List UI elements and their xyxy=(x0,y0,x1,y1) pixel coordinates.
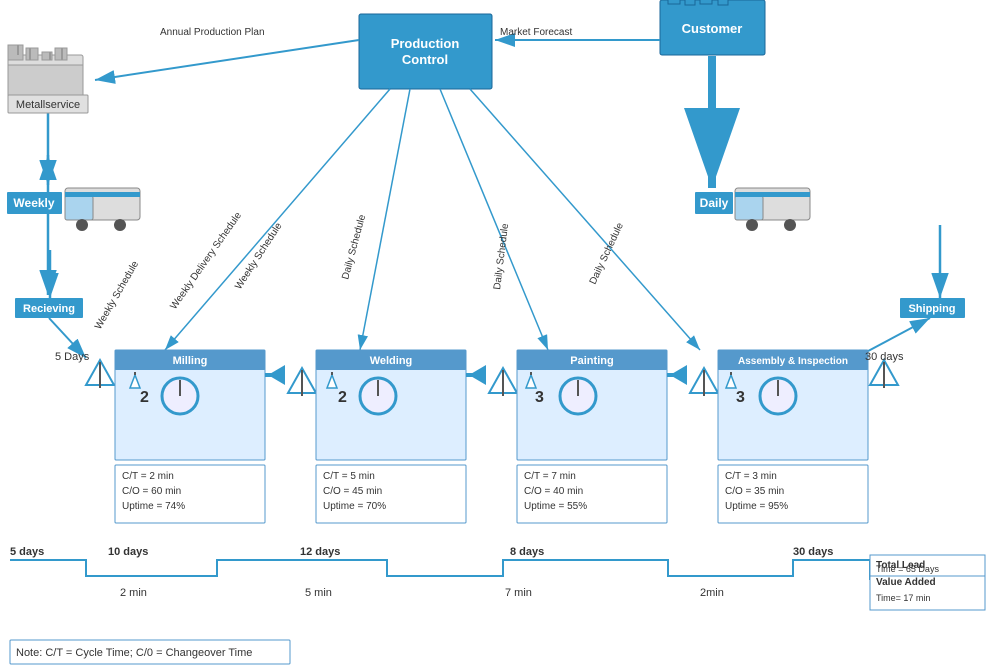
svg-text:Market Forecast: Market Forecast xyxy=(500,27,572,38)
svg-text:Time = 65 Days: Time = 65 Days xyxy=(876,565,939,575)
svg-text:C/T = 2 min: C/T = 2 min xyxy=(122,471,174,482)
svg-text:Painting: Painting xyxy=(570,355,613,367)
svg-text:Note: C/T = Cycle Time; C/0 =: Note: C/T = Cycle Time; C/0 = Changeover… xyxy=(16,647,252,659)
svg-text:Uptime = 95%: Uptime = 95% xyxy=(725,501,788,512)
svg-text:Time= 17 min: Time= 17 min xyxy=(876,593,930,603)
svg-text:Total Lead: Total Lead xyxy=(876,560,925,571)
diagram: Customer Production Control Annual Produ… xyxy=(0,0,995,670)
svg-text:Weekly Schedule: Weekly Schedule xyxy=(93,259,141,332)
svg-text:Production: Production xyxy=(391,36,460,51)
svg-text:12 days: 12 days xyxy=(300,546,340,558)
svg-text:Shipping: Shipping xyxy=(908,303,955,315)
arrows-svg: Customer Production Control Annual Produ… xyxy=(0,0,995,670)
svg-text:C/O = 60 min: C/O = 60 min xyxy=(122,486,181,497)
svg-text:Customer: Customer xyxy=(682,21,743,36)
svg-text:Daily Schedule: Daily Schedule xyxy=(492,222,511,290)
svg-text:C/O = 35 min: C/O = 35 min xyxy=(725,486,784,497)
svg-text:10 days: 10 days xyxy=(108,546,148,558)
svg-text:Total Lead: Total Lead xyxy=(876,561,922,572)
svg-text:Value Added: Value Added xyxy=(876,583,932,594)
svg-text:2 min: 2 min xyxy=(120,587,147,599)
svg-text:Daily Schedule: Daily Schedule xyxy=(588,221,626,287)
svg-text:Milling: Milling xyxy=(173,355,208,367)
svg-text:Annual Production Plan: Annual Production Plan xyxy=(160,27,265,38)
svg-text:5 Days: 5 Days xyxy=(55,351,90,363)
svg-text:Uptime = 55%: Uptime = 55% xyxy=(524,501,587,512)
svg-text:8 days: 8 days xyxy=(510,546,544,558)
svg-text:Recieving: Recieving xyxy=(23,303,75,315)
svg-text:30 days: 30 days xyxy=(793,546,833,558)
svg-text:Daily Schedule: Daily Schedule xyxy=(340,213,368,281)
svg-text:Welding: Welding xyxy=(370,355,413,367)
svg-text:Weekly Schedule: Weekly Schedule xyxy=(233,221,284,292)
svg-text:7 min: 7 min xyxy=(505,587,532,599)
svg-text:Metallservice: Metallservice xyxy=(16,99,80,111)
svg-text:Weekly: Weekly xyxy=(13,196,54,210)
svg-text:C/O = 40 min: C/O = 40 min xyxy=(524,486,583,497)
svg-text:C/T = 5 min: C/T = 5 min xyxy=(323,471,375,482)
svg-text:Weekly Delivery Schedule: Weekly Delivery Schedule xyxy=(168,210,244,312)
svg-text:C/T = 3 min: C/T = 3 min xyxy=(725,471,777,482)
svg-text:2: 2 xyxy=(338,389,347,406)
svg-text:2: 2 xyxy=(140,389,149,406)
svg-text:Value Added: Value Added xyxy=(876,577,936,588)
svg-text:5 days: 5 days xyxy=(10,546,44,558)
svg-text:3: 3 xyxy=(736,389,745,406)
svg-text:Time= 17 min: Time= 17 min xyxy=(876,593,930,603)
svg-text:30 days: 30 days xyxy=(865,351,904,363)
svg-text:2min: 2min xyxy=(700,587,724,599)
svg-text:Uptime = 74%: Uptime = 74% xyxy=(122,501,185,512)
svg-text:C/O = 45 min: C/O = 45 min xyxy=(323,486,382,497)
svg-text:C/T = 7 min: C/T = 7 min xyxy=(524,471,576,482)
svg-text:Uptime = 70%: Uptime = 70% xyxy=(323,501,386,512)
svg-text:Daily: Daily xyxy=(700,196,729,210)
svg-text:3: 3 xyxy=(535,389,544,406)
svg-text:Control: Control xyxy=(402,52,448,67)
svg-text:Time = 65 Days: Time = 65 Days xyxy=(876,564,939,574)
svg-text:Assembly & Inspection: Assembly & Inspection xyxy=(738,356,848,367)
svg-text:5 min: 5 min xyxy=(305,587,332,599)
